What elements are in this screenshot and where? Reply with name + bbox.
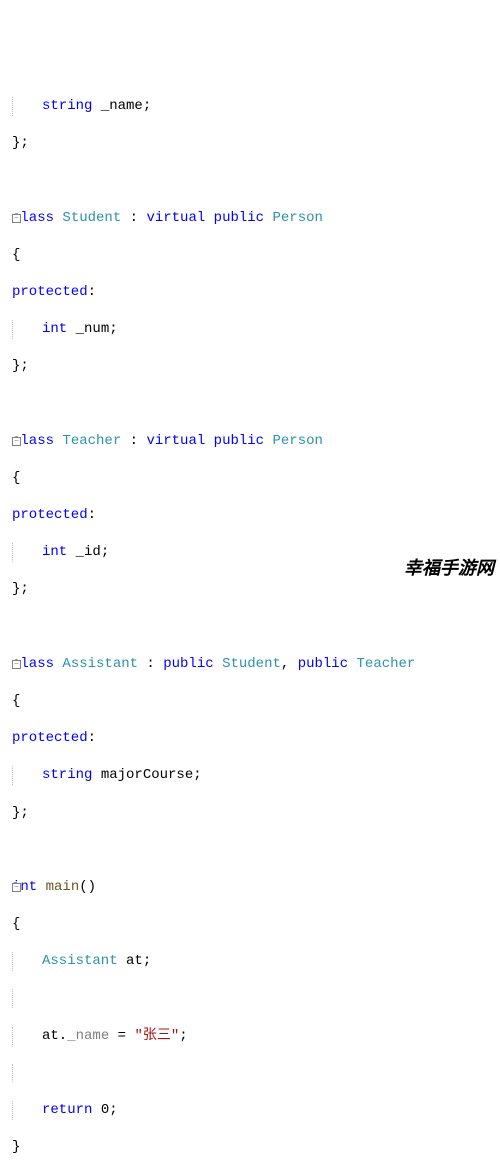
keyword-public: public xyxy=(163,656,213,672)
member-major: majorCourse; xyxy=(92,767,201,783)
brace-open: { xyxy=(12,247,20,263)
code-line: protected: xyxy=(12,506,500,525)
blank-line xyxy=(12,394,500,413)
fold-icon[interactable] xyxy=(12,214,21,223)
code-line: string _name; xyxy=(12,97,500,116)
brace-open: { xyxy=(12,693,20,709)
keyword-public: public xyxy=(214,433,264,449)
keyword-public: public xyxy=(214,210,264,226)
semicolon: ; xyxy=(179,1028,187,1044)
colon: : xyxy=(88,284,96,300)
type-assistant: Assistant xyxy=(42,953,118,969)
blank-line xyxy=(12,989,500,1008)
code-line: return 0; xyxy=(12,1101,500,1120)
code-line: int main() xyxy=(12,878,500,897)
code-line: }; xyxy=(12,134,500,153)
punct: : xyxy=(121,210,146,226)
watermark-text: 幸福手游网 xyxy=(404,559,494,578)
type-person: Person xyxy=(264,433,323,449)
code-line: }; xyxy=(12,804,500,823)
code-line: protected: xyxy=(12,283,500,302)
type-teacher: Teacher xyxy=(54,433,121,449)
blank-line xyxy=(12,171,500,190)
brace-open: { xyxy=(12,916,20,932)
code-line: { xyxy=(12,469,500,488)
keyword-string: string xyxy=(42,767,92,783)
keyword-public: public xyxy=(298,656,348,672)
type-person: Person xyxy=(264,210,323,226)
brace-close: }; xyxy=(12,805,29,821)
member-access: _name xyxy=(67,1028,109,1044)
brace-open: { xyxy=(12,470,20,486)
string-literal: "张三" xyxy=(134,1028,179,1044)
type-student: Student xyxy=(214,656,281,672)
keyword-string: string xyxy=(42,98,92,114)
brace-close: }; xyxy=(12,358,29,374)
code-line: Assistant at; xyxy=(12,952,500,971)
keyword-virtual: virtual xyxy=(146,433,205,449)
code-line: }; xyxy=(12,580,500,599)
keyword-int: int xyxy=(42,544,67,560)
comma: , xyxy=(281,656,298,672)
var-at: at. xyxy=(42,1028,67,1044)
member-id: _id; xyxy=(67,544,109,560)
code-line: class Assistant : public Student, public… xyxy=(12,655,500,674)
keyword-protected: protected xyxy=(12,284,88,300)
blank-line xyxy=(12,618,500,637)
code-line: }; xyxy=(12,357,500,376)
type-student: Student xyxy=(54,210,121,226)
keyword-return: return xyxy=(42,1102,92,1118)
code-line: { xyxy=(12,692,500,711)
fold-icon[interactable] xyxy=(12,660,21,669)
code-line: class Student : virtual public Person xyxy=(12,209,500,228)
brace-close: } xyxy=(12,1139,20,1155)
assign: = xyxy=(109,1028,134,1044)
member-num: _num; xyxy=(67,321,117,337)
keyword-protected: protected xyxy=(12,507,88,523)
code-line: at._name = "张三"; xyxy=(12,1027,500,1046)
code-line: string majorCourse; xyxy=(12,766,500,785)
keyword-virtual: virtual xyxy=(146,210,205,226)
keyword-protected: protected xyxy=(12,730,88,746)
colon: : xyxy=(88,730,96,746)
member-name: _name; xyxy=(92,98,151,114)
space xyxy=(205,210,213,226)
brace-close: }; xyxy=(12,135,29,151)
literal-zero: 0; xyxy=(92,1102,117,1118)
type-assistant: Assistant xyxy=(54,656,138,672)
blank-line xyxy=(12,841,500,860)
brace-close: }; xyxy=(12,581,29,597)
code-line: protected: xyxy=(12,729,500,748)
code-line: { xyxy=(12,246,500,265)
fold-icon[interactable] xyxy=(12,437,21,446)
keyword-int: int xyxy=(42,321,67,337)
punct: : xyxy=(138,656,163,672)
code-line: { xyxy=(12,915,500,934)
colon: : xyxy=(88,507,96,523)
code-block: string _name; }; class Student : virtual… xyxy=(0,74,500,1164)
blank-line xyxy=(12,1064,500,1083)
fold-icon[interactable] xyxy=(12,883,21,892)
code-line: class Teacher : virtual public Person xyxy=(12,432,500,451)
space xyxy=(205,433,213,449)
var-at: at; xyxy=(118,953,152,969)
type-teacher: Teacher xyxy=(348,656,415,672)
code-line: int _num; xyxy=(12,320,500,339)
code-line: } xyxy=(12,1138,500,1157)
function-main: main xyxy=(37,879,79,895)
parens: () xyxy=(79,879,96,895)
punct: : xyxy=(121,433,146,449)
